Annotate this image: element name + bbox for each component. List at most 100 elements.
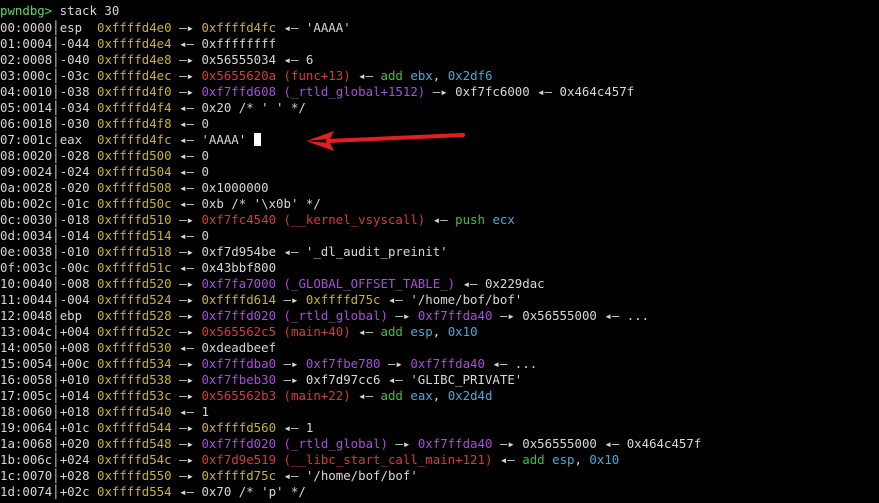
stack-line: 0e:0038│-010 0xffffd518 —▸ 0xf7d954be ◂—… [0,244,879,260]
stack-value-segment [276,388,283,403]
stack-value-segment: 0xffffd510 [97,212,172,227]
column-separator: │ [52,260,60,275]
stack-value-segment: ◂— 1 [276,420,314,435]
stack-value-segment: ◂— 0 [171,164,209,179]
stack-index: 06:0018 [0,116,53,131]
stack-value-segment: 0xffffd504 [97,164,172,179]
stack-line: 00:0000│esp 0xffffd4e0 —▸ 0xffffd4fc ◂— … [0,20,879,36]
stack-line: 11:0044│-004 0xffffd524 —▸ 0xffffd614 —▸… [0,292,879,308]
stack-dump: 00:0000│esp 0xffffd4e0 —▸ 0xffffd4fc ◂— … [0,20,879,500]
stack-value-segment [276,308,283,323]
column-separator: │ [52,372,60,387]
stack-value-segment: ◂— 0x20 /* ' ' */ [171,100,306,115]
stack-line: 06:0018│-030 0xffffd4f8 ◂— 0 [0,116,879,132]
stack-line: 10:0040│-008 0xffffd520 —▸ 0xf7fa7000 (_… [0,276,879,292]
stack-value-segment: , [432,388,448,403]
stack-index: 09:0024 [0,164,53,179]
stack-value-segment: —▸ [171,84,202,99]
stack-value-segment: 0xffffd54c [97,452,172,467]
stack-value-segment: ◂— 'AAAA' [171,132,254,147]
stack-offset: -03c [59,68,97,83]
stack-offset: -004 [59,292,97,307]
stack-offset: esp [59,20,97,35]
stack-value-segment: 0xffffd534 [97,356,172,371]
stack-value-segment: 0x2df6 [447,68,493,83]
stack-value-segment: (__libc_start_call_main+121) [283,452,493,467]
column-separator: │ [52,36,60,51]
stack-value-segment: 0xffffd4e0 [97,20,172,35]
stack-value-segment: —▸ [171,452,202,467]
stack-value-segment: 0xf7ffda40 [410,356,485,371]
stack-value-segment: ebx [410,68,433,83]
stack-offset: -014 [59,228,97,243]
stack-value-segment: 0xffffd75c [201,468,277,483]
stack-line: 12:0048│ebp 0xffffd528 —▸ 0xf7ffd020 (_r… [0,308,879,324]
stack-value-segment: 0xffffd508 [97,180,172,195]
column-separator: │ [52,196,60,211]
stack-value-segment: 0xffffd538 [97,372,172,387]
stack-value-segment: 0x565562c5 [201,324,277,339]
stack-line: 05:0014│-034 0xffffd4f4 ◂— 0x20 /* ' ' *… [0,100,879,116]
stack-value-segment: ◂— [492,452,523,467]
stack-value-segment: 0xf7ffda40 [417,436,493,451]
stack-line: 01:0004│-044 0xffffd4e4 ◂— 0xffffffff [0,36,879,52]
stack-offset: -038 [59,84,97,99]
stack-value-segment: 0xffffd53c [97,388,172,403]
stack-value-segment: esp [552,452,575,467]
stack-value-segment: add [380,388,403,403]
stack-index: 1b:006c [0,452,53,467]
stack-line: 18:0060│+018 0xffffd540 ◂— 1 [0,404,879,420]
stack-value-segment: 0xffffd550 [97,468,172,483]
stack-value-segment: —▸ [171,292,202,307]
stack-value-segment: 0xffffd560 [201,420,277,435]
column-separator: │ [52,20,60,35]
terminal-output[interactable]: pwndbg> stack 30 00:0000│esp 0xffffd4e0 … [0,1,879,500]
column-separator: │ [52,276,60,291]
stack-offset: -024 [59,164,97,179]
stack-value-segment: (__kernel_vsyscall) [283,212,426,227]
stack-value-segment: 0x10 [447,324,478,339]
column-separator: │ [52,212,60,227]
stack-value-segment [276,68,283,83]
column-separator: │ [52,132,60,147]
stack-value-segment: ◂— 0xdeadbeef [171,340,277,355]
stack-offset: -034 [59,100,97,115]
stack-value-segment: 0xffffd524 [97,292,172,307]
stack-line: 09:0024│-024 0xffffd504 ◂— 0 [0,164,879,180]
stack-line: 0d:0034│-014 0xffffd514 ◂— 0 [0,228,879,244]
prompt-line: pwndbg> stack 30 [0,1,879,20]
prompt-label: pwndbg> [0,3,53,18]
column-separator: │ [52,180,60,195]
stack-value-segment: 0xffffd554 [97,484,172,499]
stack-value-segment: ◂— 0xb /* '\x0b' */ [171,196,321,211]
stack-offset: +024 [59,452,97,467]
stack-line: 0f:003c│-00c 0xffffd51c ◂— 0x43bbf800 [0,260,879,276]
stack-index: 0f:003c [0,260,53,275]
column-separator: │ [52,452,60,467]
stack-value-segment: ◂— 'AAAA' [276,20,351,35]
stack-index: 05:0014 [0,100,53,115]
stack-value-segment: ◂— [350,324,381,339]
stack-value-segment: —▸ [171,68,202,83]
stack-value-segment: (main+40) [283,324,351,339]
stack-value-segment: —▸ [171,20,202,35]
stack-value-segment: —▸ 0x56555034 ◂— 6 [171,52,314,67]
stack-value-segment: 0xffffd52c [97,324,172,339]
stack-index: 03:000c [0,68,53,83]
stack-value-segment: add [522,452,545,467]
stack-index: 19:0064 [0,420,53,435]
stack-value-segment: ◂— 0 [171,116,209,131]
stack-value-segment: —▸ [387,308,418,323]
stack-line: 1c:0070│+028 0xffffd550 —▸ 0xffffd75c ◂—… [0,468,879,484]
stack-line: 0c:0030│-018 0xffffd510 —▸ 0xf7fc4540 (_… [0,212,879,228]
stack-value-segment: 0xf7ffdba0 [201,356,277,371]
stack-value-segment: 0xffffd540 [97,404,172,419]
stack-value-segment: 0xf7ffd020 [201,308,277,323]
stack-value-segment: , [432,68,448,83]
command-text: stack 30 [52,3,120,18]
stack-value-segment: 0xffffd614 [201,292,277,307]
stack-line: 0b:002c│-01c 0xffffd50c ◂— 0xb /* '\x0b'… [0,196,879,212]
stack-value-segment: 0xffffd4f0 [97,84,172,99]
stack-value-segment: ◂— ... [484,356,538,371]
stack-offset: +028 [59,468,97,483]
